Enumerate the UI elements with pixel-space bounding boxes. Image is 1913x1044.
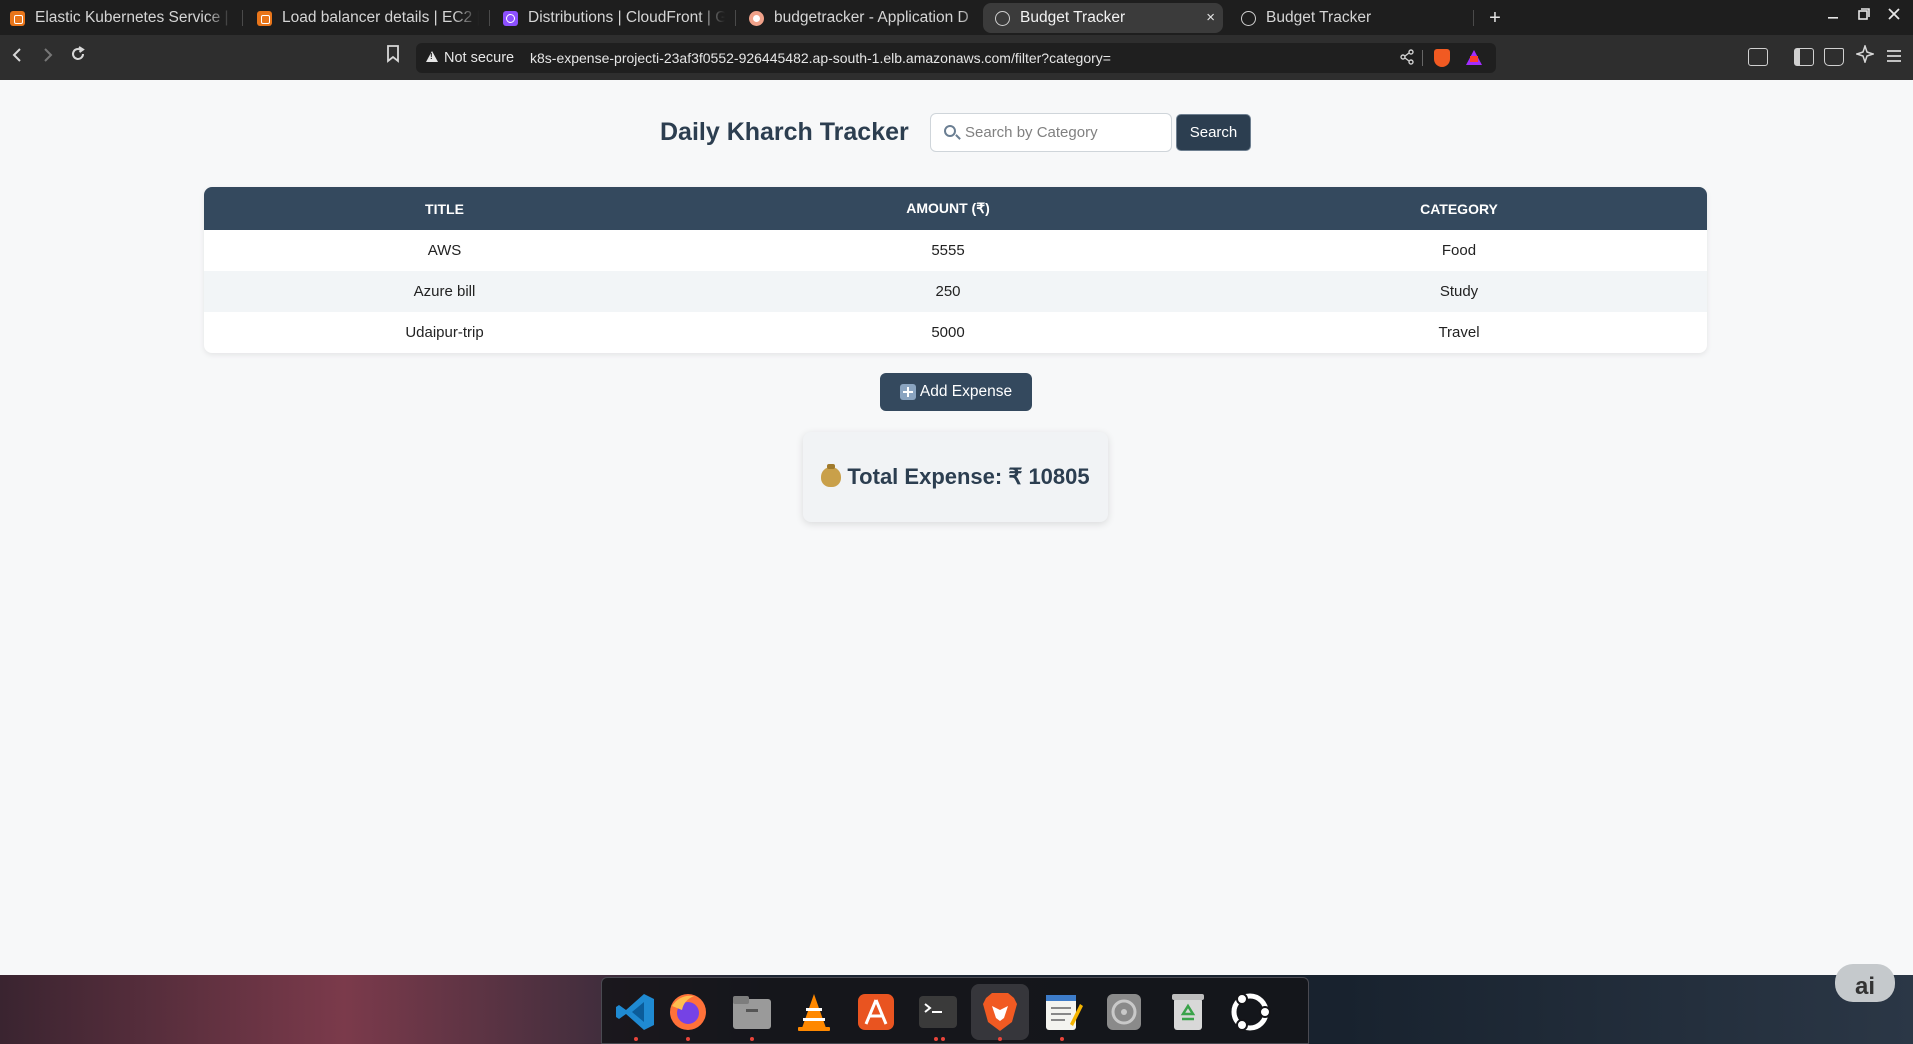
- cell-category: Travel: [1438, 324, 1480, 341]
- disks-icon[interactable]: [1102, 990, 1146, 1034]
- minimize-button[interactable]: [1823, 6, 1843, 26]
- reload-button[interactable]: [66, 45, 90, 69]
- tab-label: Elastic Kubernetes Service | a: [35, 9, 232, 26]
- search-button[interactable]: Search: [1176, 114, 1251, 151]
- total-expense-card: Total Expense: ₹ 10805: [803, 432, 1108, 522]
- ai-badge[interactable]: ai: [1835, 964, 1895, 1002]
- page-content: Daily Kharch Tracker Search TITLE AMOUNT…: [0, 80, 1913, 975]
- ubuntu-icon[interactable]: [1228, 990, 1272, 1034]
- aws-icon: [10, 10, 25, 26]
- brave-icon: [983, 993, 1017, 1031]
- tab-label: Budget Tracker: [1266, 9, 1372, 26]
- dock: [601, 977, 1309, 1044]
- cell-category: Food: [1441, 242, 1477, 259]
- cell-title: Udaipur-trip: [405, 324, 484, 341]
- tab-cloudfront[interactable]: Distributions | CloudFront | G: [503, 3, 725, 33]
- bookmark-button[interactable]: [381, 45, 405, 69]
- firefox-icon[interactable]: [666, 990, 710, 1034]
- wallet-icon[interactable]: [1824, 48, 1844, 66]
- trash-icon[interactable]: [1166, 990, 1210, 1034]
- close-icon: [1888, 8, 1900, 20]
- cloudfront-icon: [503, 10, 518, 26]
- brave-rewards-icon[interactable]: [1466, 50, 1482, 65]
- warning-icon: [426, 51, 438, 62]
- column-header-category: CATEGORY: [1211, 187, 1707, 230]
- restore-button[interactable]: [1854, 6, 1874, 26]
- files-icon[interactable]: [730, 990, 774, 1034]
- cell-title: Azure bill: [204, 271, 685, 312]
- expense-table: TITLE AMOUNT (₹) CATEGORY AWS 5555 Food …: [204, 187, 1707, 353]
- cell-amount: 5000: [931, 324, 965, 341]
- text-editor-icon[interactable]: [1040, 990, 1084, 1034]
- github-icon: [749, 10, 764, 26]
- plus-icon: [899, 384, 916, 400]
- table-header-row: TITLE AMOUNT (₹) CATEGORY: [204, 187, 1707, 230]
- cell-category: Study: [1211, 271, 1707, 312]
- screenshot-icon[interactable]: [1748, 48, 1768, 66]
- globe-icon: [995, 10, 1010, 26]
- cell-title: AWS: [427, 242, 462, 259]
- add-expense-label: Add Expense: [919, 383, 1013, 400]
- app-center-icon[interactable]: [854, 990, 898, 1034]
- bookmark-icon: [387, 45, 399, 63]
- table-row: Azure bill 250 Study: [204, 271, 1707, 312]
- tab-budget-tracker-active[interactable]: Budget Tracker ×: [983, 3, 1223, 33]
- tab-budget-tracker[interactable]: Budget Tracker: [1241, 3, 1471, 33]
- search-icon: [944, 125, 956, 137]
- hamburger-icon: [1887, 50, 1901, 62]
- aws-icon: [257, 10, 272, 26]
- back-button[interactable]: [6, 45, 30, 69]
- tab-label: budgetracker - Application D: [774, 9, 969, 26]
- money-bag-icon: [821, 464, 842, 487]
- cell-amount: 250: [685, 271, 1211, 312]
- url-text[interactable]: k8s-expense-projecti-23af3f0552-92644548…: [530, 50, 1111, 66]
- table-row: Udaipur-trip 5000 Travel: [204, 312, 1707, 353]
- column-header-amount: AMOUNT (₹): [685, 187, 1211, 230]
- add-expense-button[interactable]: Add Expense: [880, 373, 1032, 411]
- close-window-button[interactable]: [1884, 6, 1904, 26]
- sidebar-icon[interactable]: [1794, 48, 1814, 66]
- table-row: AWS 5555 Food: [204, 230, 1707, 271]
- forward-button[interactable]: [35, 45, 59, 69]
- globe-icon: [1241, 10, 1256, 26]
- brave-shields-icon[interactable]: [1434, 49, 1450, 67]
- search-input[interactable]: [930, 113, 1172, 152]
- total-expense-text: Total Expense: ₹ 10805: [847, 464, 1090, 489]
- tab-label: Budget Tracker: [1020, 9, 1126, 26]
- tab-label: Distributions | CloudFront | G: [528, 9, 725, 26]
- cell-amount: 5555: [931, 242, 965, 259]
- leo-ai-icon[interactable]: [1853, 43, 1877, 69]
- browser-toolbar: Not secure k8s-expense-projecti-23af3f05…: [0, 35, 1913, 80]
- menu-button[interactable]: [1882, 45, 1906, 69]
- back-arrow-icon: [12, 48, 21, 62]
- new-tab-button[interactable]: +: [1482, 3, 1508, 33]
- column-header-title: TITLE: [204, 187, 685, 230]
- page-title: Daily Kharch Tracker: [660, 118, 909, 146]
- brave-dock-item[interactable]: [971, 984, 1029, 1040]
- vlc-icon[interactable]: [792, 990, 836, 1034]
- address-bar[interactable]: Not secure k8s-expense-projecti-23af3f05…: [416, 43, 1496, 73]
- close-icon[interactable]: ×: [1206, 9, 1215, 26]
- terminal-icon[interactable]: [916, 990, 960, 1034]
- forward-arrow-icon: [44, 48, 53, 62]
- minimize-icon: [1828, 17, 1838, 19]
- share-icon[interactable]: [1398, 49, 1416, 67]
- tab-eks[interactable]: Elastic Kubernetes Service | a: [10, 3, 232, 33]
- security-label[interactable]: Not secure: [444, 50, 514, 66]
- vscode-icon[interactable]: [614, 990, 658, 1034]
- restore-icon: [1858, 8, 1870, 20]
- tab-budgetracker-github[interactable]: budgetracker - Application D: [749, 3, 985, 33]
- tab-load-balancer[interactable]: Load balancer details | EC2 | a: [257, 3, 479, 33]
- tab-strip: Elastic Kubernetes Service | a Load bala…: [0, 0, 1913, 35]
- reload-icon: [72, 46, 85, 60]
- tab-label: Load balancer details | EC2 | a: [282, 9, 479, 26]
